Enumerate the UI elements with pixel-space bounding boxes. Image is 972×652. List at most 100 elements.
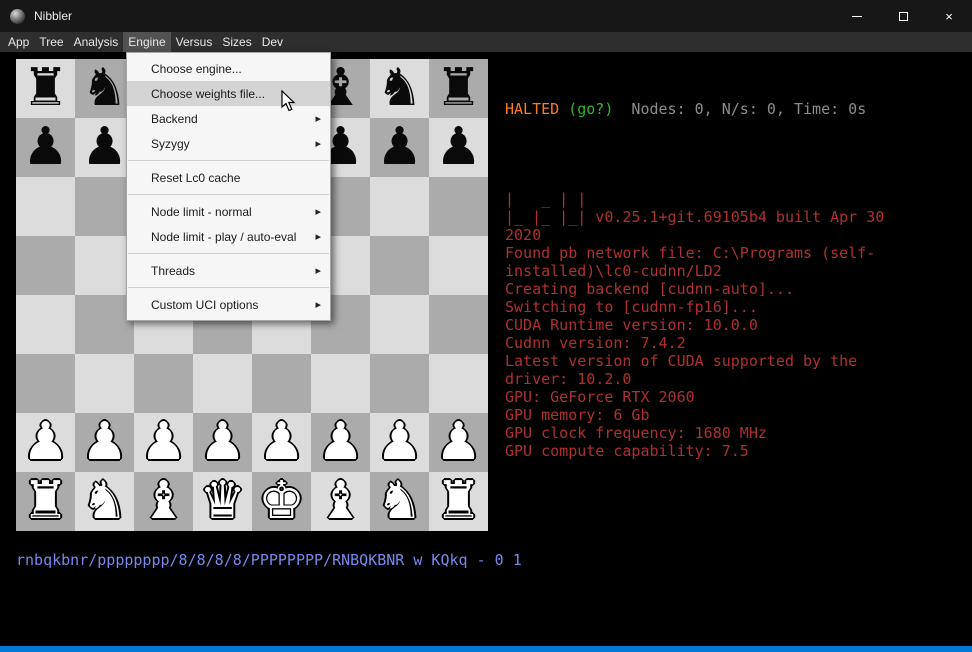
board-square[interactable] <box>193 354 252 413</box>
board-square[interactable]: ♟ <box>134 413 193 472</box>
menubar-item-versus[interactable]: Versus <box>171 32 218 52</box>
board-square[interactable] <box>75 354 134 413</box>
board-square[interactable] <box>16 295 75 354</box>
board-square[interactable]: ♞ <box>370 472 429 531</box>
menu-item-choose-engine[interactable]: Choose engine... <box>127 56 330 81</box>
submenu-arrow-icon: ▸ <box>315 230 321 243</box>
piece-white-king: ♚ <box>258 472 305 531</box>
piece-white-pawn: ♟ <box>199 413 246 472</box>
piece-white-knight: ♞ <box>81 472 128 531</box>
engine-output-line: Creating backend [cudnn-auto]... <box>505 280 965 298</box>
menu-item-label: Syzygy <box>151 137 190 151</box>
menu-separator <box>128 194 329 195</box>
board-square[interactable]: ♝ <box>134 472 193 531</box>
piece-white-pawn: ♟ <box>317 413 364 472</box>
engine-menu-dropdown: Choose engine... Choose weights file... Ba… <box>126 52 331 321</box>
fen-box[interactable]: rnbqkbnr/pppppppp/8/8/8/8/PPPPPPPP/RNBQK… <box>16 551 522 569</box>
menu-item-syzygy[interactable]: Syzygy▸ <box>127 131 330 156</box>
board-square[interactable] <box>429 354 488 413</box>
board-square[interactable]: ♜ <box>16 472 75 531</box>
menu-item-custom-uci-options[interactable]: Custom UCI options ▸ <box>127 292 330 317</box>
menu-separator <box>128 160 329 161</box>
submenu-arrow-icon: ▸ <box>315 205 321 218</box>
close-icon: × <box>945 9 953 24</box>
board-square[interactable] <box>370 295 429 354</box>
piece-white-pawn: ♟ <box>376 413 423 472</box>
board-square[interactable]: ♟ <box>311 413 370 472</box>
board-square[interactable]: ♟ <box>370 413 429 472</box>
engine-output-line: GPU clock frequency: 1680 MHz <box>505 424 965 442</box>
menubar-item-dev[interactable]: Dev <box>257 32 288 52</box>
close-button[interactable]: × <box>926 0 972 32</box>
engine-output-line <box>505 172 965 190</box>
menu-item-choose-weights-file[interactable]: Choose weights file... <box>127 81 330 106</box>
board-square[interactable] <box>16 354 75 413</box>
menu-item-reset-lc0-cache[interactable]: Reset Lc0 cache <box>127 165 330 190</box>
engine-output-line: installed)\lc0-cudnn/LD2 <box>505 262 965 280</box>
board-square[interactable] <box>429 295 488 354</box>
board-square[interactable]: ♟ <box>429 413 488 472</box>
menubar-item-analysis[interactable]: Analysis <box>69 32 124 52</box>
board-square[interactable]: ♟ <box>16 413 75 472</box>
board-square[interactable]: ♟ <box>16 118 75 177</box>
board-square[interactable]: ♟ <box>75 413 134 472</box>
board-square[interactable] <box>429 177 488 236</box>
status-line: HALTED (go?) Nodes: 0, N/s: 0, Time: 0s <box>505 100 965 118</box>
piece-white-rook: ♜ <box>435 472 482 531</box>
minimize-button[interactable] <box>834 0 880 32</box>
menu-item-node-limit-normal[interactable]: Node limit - normal▸ <box>127 199 330 224</box>
board-square[interactable] <box>16 177 75 236</box>
board-square[interactable] <box>311 354 370 413</box>
engine-output-line: Latest version of CUDA supported by the <box>505 352 965 370</box>
board-square[interactable]: ♜ <box>429 472 488 531</box>
menu-item-backend[interactable]: Backend▸ <box>127 106 330 131</box>
piece-white-rook: ♜ <box>22 472 69 531</box>
taskbar-strip <box>0 646 972 652</box>
board-square[interactable]: ♞ <box>75 472 134 531</box>
menu-item-label: Node limit - play / auto-eval <box>151 230 296 244</box>
engine-output-line <box>505 154 965 172</box>
engine-output-line: Found pb network file: C:\Programs (self… <box>505 244 965 262</box>
board-square[interactable]: ♟ <box>193 413 252 472</box>
board-square[interactable] <box>370 236 429 295</box>
board-square[interactable]: ♞ <box>370 59 429 118</box>
board-square[interactable]: ♚ <box>252 472 311 531</box>
board-square[interactable] <box>370 177 429 236</box>
engine-console: HALTED (go?) Nodes: 0, N/s: 0, Time: 0s … <box>505 64 965 478</box>
board-square[interactable] <box>429 236 488 295</box>
piece-white-pawn: ♟ <box>140 413 187 472</box>
piece-white-pawn: ♟ <box>435 413 482 472</box>
piece-black-knight: ♞ <box>81 59 128 118</box>
menubar-item-sizes[interactable]: Sizes <box>217 32 256 52</box>
engine-output-line: driver: 10.2.0 <box>505 370 965 388</box>
board-square[interactable]: ♜ <box>16 59 75 118</box>
board-square[interactable] <box>16 236 75 295</box>
engine-output-line: | _ | | <box>505 190 965 208</box>
board-square[interactable] <box>370 354 429 413</box>
board-square[interactable]: ♝ <box>311 472 370 531</box>
board-square[interactable]: ♛ <box>193 472 252 531</box>
board-square[interactable]: ♟ <box>370 118 429 177</box>
piece-black-pawn: ♟ <box>22 118 69 177</box>
menu-item-label: Custom UCI options <box>151 298 258 312</box>
submenu-arrow-icon: ▸ <box>315 298 321 311</box>
piece-black-rook: ♜ <box>22 59 69 118</box>
piece-white-pawn: ♟ <box>81 413 128 472</box>
menu-item-label: Choose weights file... <box>151 87 265 101</box>
board-square[interactable] <box>134 354 193 413</box>
board-square[interactable]: ♜ <box>429 59 488 118</box>
board-square[interactable]: ♟ <box>429 118 488 177</box>
mouse-cursor <box>281 90 297 112</box>
menubar-item-engine[interactable]: Engine <box>123 32 170 52</box>
menubar-item-tree[interactable]: Tree <box>34 32 68 52</box>
window-title: Nibbler <box>34 9 72 23</box>
menu-item-node-limit-play-auto-eval[interactable]: Node limit - play / auto-eval ▸ <box>127 224 330 249</box>
maximize-button[interactable] <box>880 0 926 32</box>
menu-item-threads[interactable]: Threads▸ <box>127 258 330 283</box>
status-halted: HALTED <box>505 100 559 118</box>
board-square[interactable] <box>252 354 311 413</box>
menubar-item-app[interactable]: App <box>3 32 34 52</box>
minimize-icon <box>852 16 862 17</box>
board-square[interactable]: ♟ <box>252 413 311 472</box>
piece-white-bishop: ♝ <box>317 472 364 531</box>
